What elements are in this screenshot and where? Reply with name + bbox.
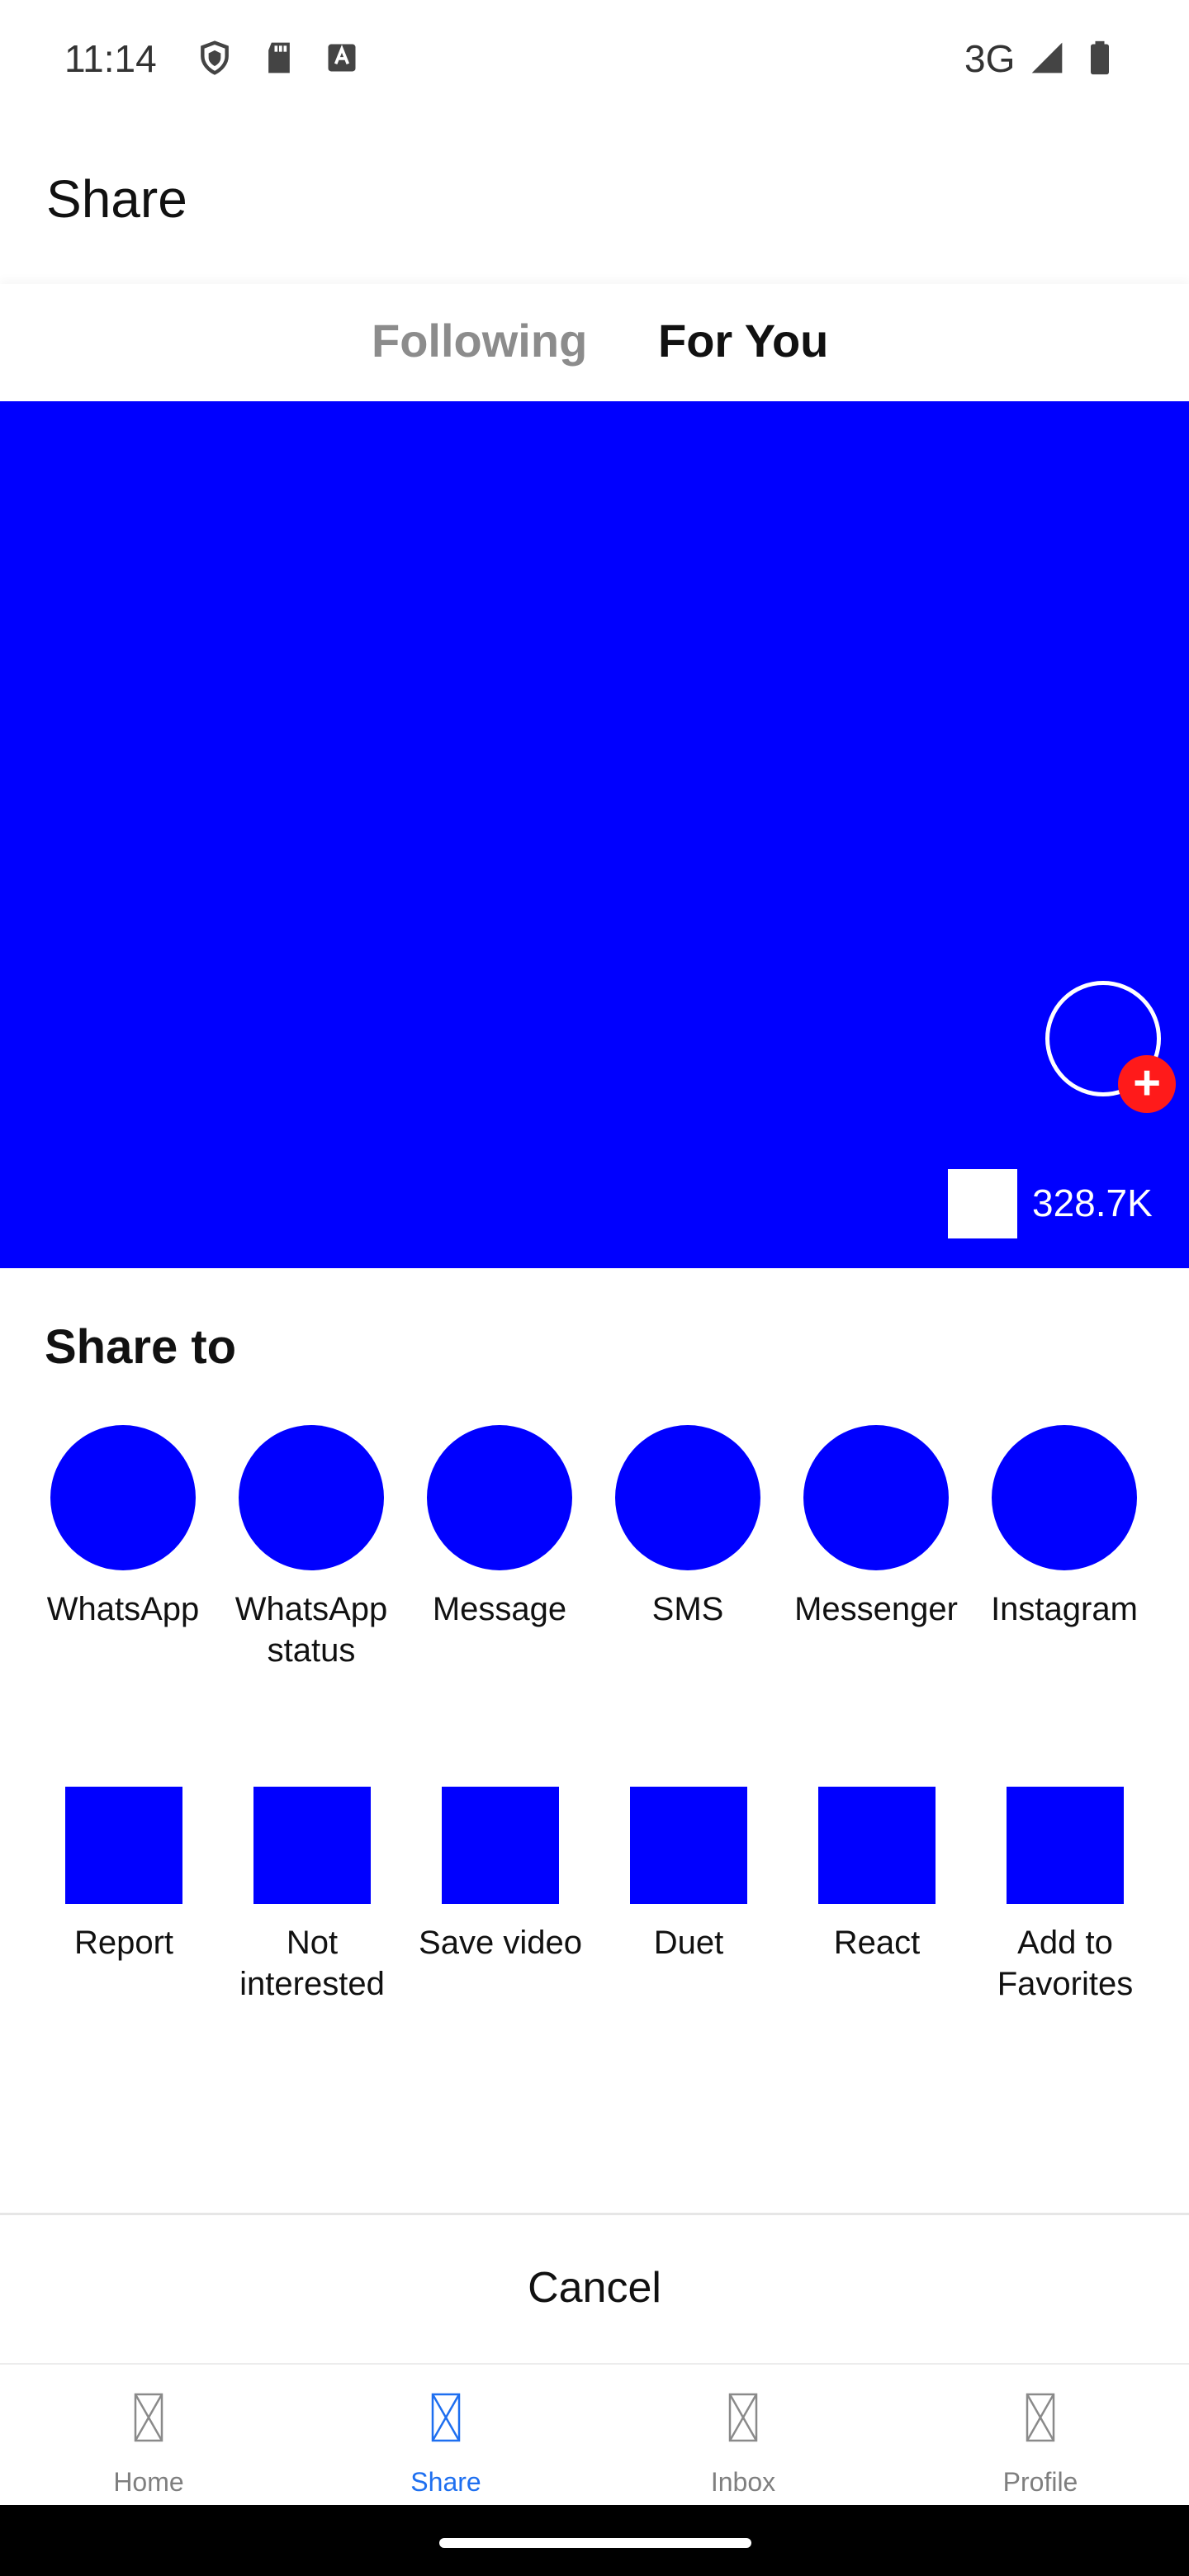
tab-following[interactable]: Following — [372, 314, 587, 367]
action-not-interested[interactable]: Not interested — [217, 1922, 407, 2005]
share-target-messenger[interactable]: Messenger — [781, 1589, 971, 1630]
share-target-instagram[interactable]: Instagram — [969, 1589, 1159, 1630]
share-target-sms[interactable]: SMS — [593, 1589, 783, 1630]
status-bar: 11:14 3G — [0, 0, 1189, 119]
whatsapp-icon[interactable] — [50, 1425, 196, 1570]
share-icon — [431, 2393, 461, 2442]
video-player[interactable] — [0, 401, 1189, 1268]
action-report[interactable]: Report — [29, 1922, 219, 1963]
home-icon — [134, 2393, 163, 2442]
share-target-whatsapp[interactable]: WhatsApp — [28, 1589, 218, 1630]
app-header: Share — [0, 119, 1189, 284]
page-title: Share — [46, 169, 187, 229]
keyboard-a-icon — [328, 44, 356, 72]
nav-label-profile: Profile — [1002, 2467, 1078, 2497]
share-target-whatsapp-status[interactable]: WhatsApp status — [216, 1589, 406, 1671]
whatsapp-status-icon[interactable] — [239, 1425, 384, 1570]
battery-icon — [1091, 40, 1109, 75]
instagram-icon[interactable] — [992, 1425, 1137, 1570]
sms-icon[interactable] — [615, 1425, 760, 1570]
not-interested-icon[interactable] — [253, 1787, 371, 1904]
nav-item-profile[interactable]: Profile — [892, 2365, 1189, 2505]
sd-card-icon — [268, 42, 290, 73]
favorites-icon[interactable] — [1007, 1787, 1124, 1904]
action-save-video[interactable]: Save video — [405, 1922, 595, 1963]
nav-label-share: Share — [410, 2467, 481, 2497]
message-icon[interactable] — [427, 1425, 572, 1570]
nav-label-home: Home — [113, 2467, 184, 2497]
status-time: 11:14 — [64, 37, 157, 80]
profile-icon — [1026, 2393, 1055, 2442]
tab-for-you[interactable]: For You — [658, 314, 828, 367]
follow-button[interactable]: + — [1118, 1055, 1176, 1113]
like-count: 328.7K — [1032, 1181, 1153, 1224]
action-add-to-favorites[interactable]: Add to Favorites — [970, 1922, 1160, 2005]
share-panel-title: Share to — [45, 1320, 237, 1374]
share-target-message[interactable]: Message — [405, 1589, 594, 1630]
save-video-icon[interactable] — [442, 1787, 559, 1904]
nav-label-inbox: Inbox — [710, 2467, 776, 2497]
duet-icon[interactable] — [630, 1787, 747, 1904]
network-type: 3G — [964, 37, 1016, 80]
nav-item-inbox[interactable]: Inbox — [594, 2365, 892, 2505]
action-duet[interactable]: Duet — [594, 1922, 784, 1963]
messenger-icon[interactable] — [803, 1425, 949, 1570]
feed-tabs: Following For You — [0, 284, 1189, 401]
action-react[interactable]: React — [782, 1922, 972, 1963]
shield-icon — [201, 40, 229, 75]
cancel-button[interactable]: Cancel — [0, 2215, 1189, 2361]
nav-item-share[interactable]: Share — [297, 2365, 594, 2505]
nav-item-home[interactable]: Home — [0, 2365, 297, 2505]
bottom-nav: Home Share Inbox Profile — [0, 2365, 1189, 2505]
react-icon[interactable] — [818, 1787, 936, 1904]
signal-icon — [1031, 42, 1063, 73]
like-icon[interactable] — [948, 1169, 1017, 1238]
home-gesture-handle[interactable] — [439, 2538, 751, 2548]
inbox-icon — [728, 2393, 758, 2442]
report-icon[interactable] — [65, 1787, 182, 1904]
